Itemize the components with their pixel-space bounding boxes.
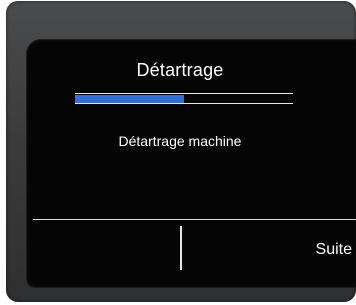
softkey-suite-button[interactable]: Suite [185,221,356,281]
status-text: Détartrage machine [118,133,242,149]
progress-bar-fill [75,95,184,103]
softkey-left[interactable] [33,221,179,281]
softkey-divider [33,219,356,220]
display-screen: Détartrage Détartrage machine Suite [27,40,356,287]
screen-title: Détartrage [136,60,224,80]
softkey-suite-label: Suite [315,241,352,258]
softkey-separator [180,226,182,270]
